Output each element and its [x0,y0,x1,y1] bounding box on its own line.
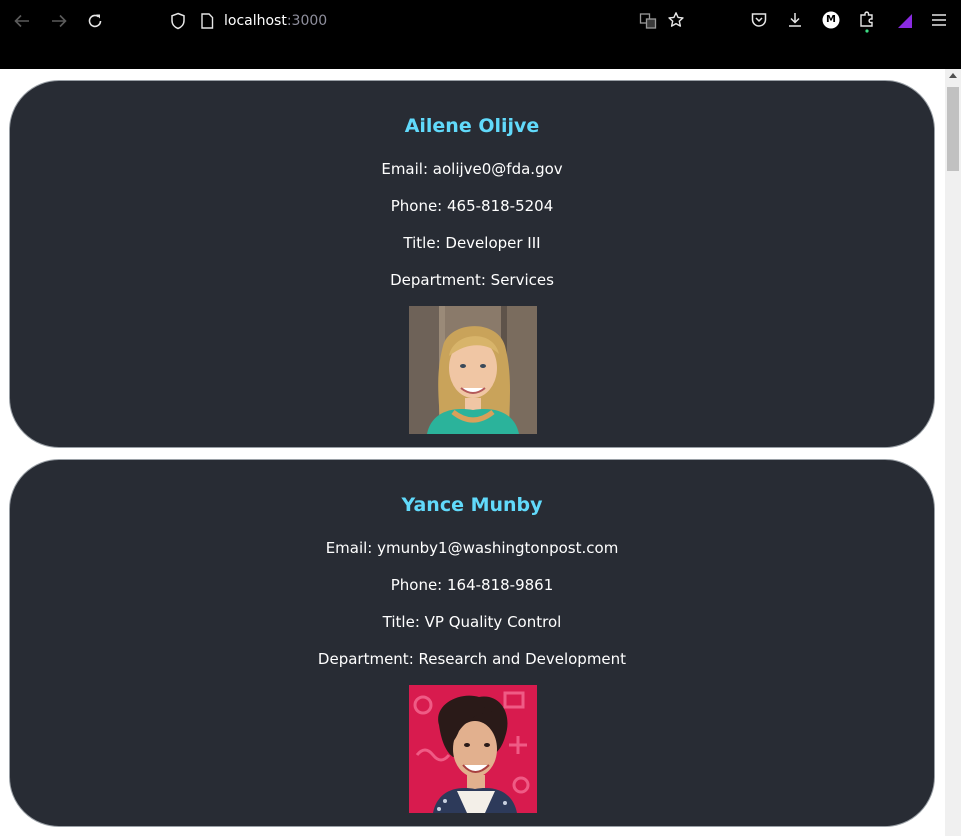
employee-phone: Phone: 164-818-9861 [390,576,554,594]
bookmark-star-icon[interactable] [666,10,686,30]
url-bar[interactable]: localhost:3000 [224,11,327,31]
page-viewport: Ailene Olijve Email: aolijve0@fda.gov Ph… [0,69,945,836]
account-icon[interactable]: M [821,10,841,30]
employee-title: Title: Developer III [403,234,541,252]
account-initial: M [826,14,836,25]
translate-icon[interactable] [638,11,658,31]
url-port: :3000 [286,13,328,29]
employee-phone: Phone: 465-818-5204 [390,197,554,215]
extension-purple-icon[interactable] [895,11,915,31]
employee-name: Yance Munby [401,494,543,516]
employee-department: Department: Services [390,271,554,289]
employee-department: Department: Research and Development [317,650,627,668]
reload-icon[interactable] [85,11,105,31]
employee-title: Title: VP Quality Control [382,613,562,631]
forward-arrow-icon[interactable] [49,11,69,31]
page-scrollbar[interactable] [945,69,961,836]
employee-photo [409,685,537,813]
menu-icon[interactable] [929,10,949,30]
scroll-up-arrow-icon[interactable] [949,73,957,78]
extensions-icon[interactable] [857,10,877,34]
employee-card: Yance Munby Email: ymunby1@washingtonpos… [9,459,935,827]
employee-card: Ailene Olijve Email: aolijve0@fda.gov Ph… [9,80,935,448]
employee-email: Email: ymunby1@washingtonpost.com [325,539,619,557]
url-host: localhost [224,13,287,29]
employee-name: Ailene Olijve [404,115,540,137]
shield-icon[interactable] [168,11,188,31]
scroll-thumb[interactable] [947,87,959,171]
pocket-icon[interactable] [749,10,769,30]
employee-email: Email: aolijve0@fda.gov [381,160,563,178]
employee-photo [409,306,537,434]
download-icon[interactable] [785,10,805,30]
browser-toolbar: localhost:3000 M [0,0,961,69]
back-arrow-icon[interactable] [12,11,32,31]
page-icon [198,11,216,31]
